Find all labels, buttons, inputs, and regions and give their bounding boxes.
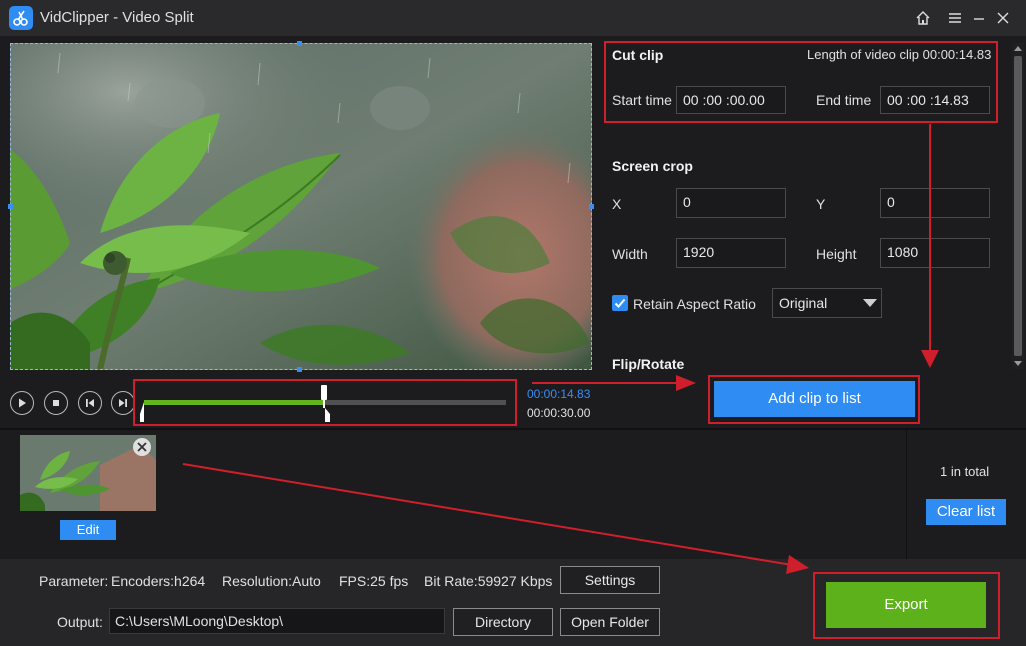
open-folder-button[interactable]: Open Folder xyxy=(560,608,660,636)
height-field[interactable]: 1080 xyxy=(880,238,990,268)
fps-value: FPS:25 fps xyxy=(339,573,409,589)
bitrate-value: Bit Rate:59927 Kbps xyxy=(424,573,553,589)
next-frame-icon xyxy=(119,399,127,407)
home-icon[interactable] xyxy=(911,6,935,30)
video-preview[interactable] xyxy=(10,43,592,370)
x-field[interactable]: 0 xyxy=(676,188,786,218)
play-icon xyxy=(19,398,26,408)
play-button[interactable] xyxy=(10,391,34,415)
remove-clip-button[interactable] xyxy=(133,438,151,456)
chevron-down-icon xyxy=(863,299,877,307)
title-bar: VidClipper - Video Split xyxy=(0,0,1026,36)
width-label: Width xyxy=(612,246,648,262)
clear-list-button[interactable]: Clear list xyxy=(926,499,1006,525)
check-icon xyxy=(614,298,626,308)
parameter-label: Parameter: xyxy=(39,573,109,589)
total-time: 00:00:30.00 xyxy=(527,406,591,420)
retain-aspect-label: Retain Aspect Ratio xyxy=(633,296,756,312)
next-frame-button[interactable] xyxy=(111,391,135,415)
current-time: 00:00:14.83 xyxy=(527,387,591,401)
retain-aspect-checkbox[interactable] xyxy=(612,295,628,311)
crop-handle[interactable] xyxy=(8,204,13,209)
settings-button[interactable]: Settings xyxy=(560,566,660,594)
end-marker-icon[interactable] xyxy=(323,402,333,422)
scroll-down-icon[interactable] xyxy=(1014,359,1022,367)
menu-icon[interactable] xyxy=(943,6,967,30)
app-logo-icon xyxy=(9,6,33,30)
edit-clip-button[interactable]: Edit xyxy=(60,520,116,540)
window-title: VidClipper - Video Split xyxy=(40,9,194,26)
close-icon xyxy=(137,442,147,452)
aspect-ratio-value: Original xyxy=(779,295,828,311)
prev-frame-icon xyxy=(86,399,94,407)
minimize-icon[interactable] xyxy=(967,6,991,30)
video-frame-image xyxy=(10,43,592,370)
output-path-field[interactable]: C:\Users\MLoong\Desktop\ xyxy=(109,608,445,634)
end-time-field[interactable]: 00 :00 :14.83 xyxy=(880,86,990,114)
stop-icon xyxy=(53,400,59,406)
scroll-up-icon[interactable] xyxy=(1014,45,1022,53)
add-clip-button[interactable]: Add clip to list xyxy=(714,381,915,417)
scrollbar-thumb[interactable] xyxy=(1014,56,1022,356)
height-label: Height xyxy=(816,246,857,262)
output-label: Output: xyxy=(57,614,103,630)
clip-count: 1 in total xyxy=(940,464,990,479)
encoder-value: Encoders:h264 xyxy=(111,573,206,589)
stop-button[interactable] xyxy=(44,391,68,415)
resolution-value: Resolution:Auto xyxy=(222,573,321,589)
export-button[interactable]: Export xyxy=(826,582,986,628)
end-time-label: End time xyxy=(816,92,872,108)
start-time-label: Start time xyxy=(612,92,672,108)
cut-clip-title: Cut clip xyxy=(612,47,664,63)
start-time-field[interactable]: 00 :00 :00.00 xyxy=(676,86,786,114)
crop-handle[interactable] xyxy=(297,367,302,372)
screen-crop-title: Screen crop xyxy=(612,158,693,174)
directory-button[interactable]: Directory xyxy=(453,608,553,636)
flip-rotate-title: Flip/Rotate xyxy=(612,356,685,372)
crop-handle[interactable] xyxy=(297,41,302,46)
timeline-progress xyxy=(144,400,323,405)
close-icon[interactable] xyxy=(991,6,1015,30)
aspect-ratio-select[interactable]: Original xyxy=(772,288,882,318)
width-field[interactable]: 1920 xyxy=(676,238,786,268)
clip-length-label: Length of video clip 00:00:14.83 xyxy=(807,47,992,62)
crop-handle[interactable] xyxy=(589,204,594,209)
y-label: Y xyxy=(816,196,826,212)
start-marker-icon[interactable] xyxy=(138,402,148,422)
y-field[interactable]: 0 xyxy=(880,188,990,218)
x-label: X xyxy=(612,196,622,212)
prev-frame-button[interactable] xyxy=(78,391,102,415)
clip-list-summary xyxy=(906,430,1026,559)
